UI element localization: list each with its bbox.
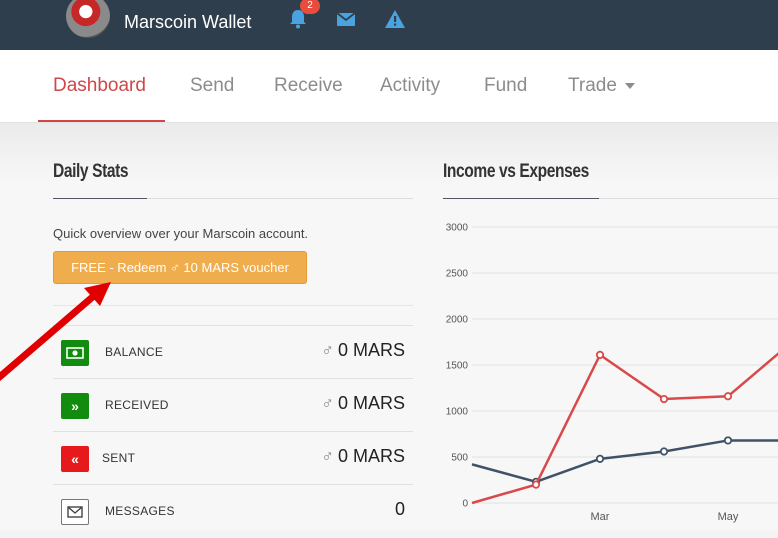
daily-stats-description: Quick overview over your Marscoin accoun…: [53, 226, 309, 241]
envelope-icon[interactable]: [335, 8, 357, 30]
mars-symbol-icon: ♂: [321, 341, 334, 360]
x-tick-label: Mar: [591, 511, 610, 523]
data-point[interactable]: [531, 480, 541, 489]
double-chevron-right-icon: »: [61, 393, 89, 419]
received-value: 0 MARS: [337, 393, 405, 413]
y-tick-label: 1500: [446, 361, 469, 372]
y-tick-label: 500: [451, 453, 468, 464]
stats-row-sent: « SENT ♂ 0 MARS: [53, 431, 413, 485]
x-tick-label: May: [718, 511, 739, 523]
sent-value-wrap: ♂ 0 MARS: [321, 446, 405, 467]
received-value-wrap: ♂ 0 MARS: [321, 393, 405, 414]
balance-value: 0 MARS: [337, 340, 405, 360]
data-point[interactable]: [595, 350, 605, 359]
balance-value-wrap: ♂ 0 MARS: [321, 340, 405, 361]
series-line-1: [471, 352, 778, 505]
y-tick-label: 1000: [446, 407, 469, 418]
tab-activity[interactable]: Activity: [380, 75, 440, 97]
y-tick-label: 3000: [446, 223, 469, 234]
daily-stats-title: Daily Stats: [53, 161, 129, 182]
tab-bar: Dashboard Send Receive Activity Fund Tra…: [0, 50, 778, 123]
daily-stats-divider: [147, 198, 413, 199]
double-chevron-left-icon: «: [61, 446, 89, 472]
income-expenses-title-underline: [443, 198, 599, 199]
daily-stats-title-underline: [53, 198, 147, 199]
y-tick-label: 2000: [446, 315, 469, 326]
sent-label: SENT: [102, 451, 136, 465]
notification-badge: 2: [300, 0, 320, 14]
data-point[interactable]: [595, 454, 605, 463]
chart-series: [471, 350, 778, 505]
y-axis-ticks: 0 500 1000 1500 2000 2500 3000: [446, 223, 469, 510]
app-title[interactable]: Marscoin Wallet: [124, 12, 251, 33]
tab-fund[interactable]: Fund: [484, 75, 527, 97]
caret-down-icon: [624, 82, 635, 89]
data-point[interactable]: [723, 436, 733, 445]
series-line-0: [471, 439, 778, 484]
x-axis-ticks: Mar May: [591, 511, 739, 523]
data-point[interactable]: [659, 394, 669, 404]
sent-value: 0 MARS: [337, 446, 405, 466]
envelope-outline-icon: [61, 499, 89, 525]
chart-grid: [472, 226, 778, 504]
mars-symbol-icon: ♂: [321, 394, 334, 413]
mars-symbol-icon: ♂: [321, 447, 334, 466]
income-expenses-title: Income vs Expenses: [443, 161, 589, 182]
income-expenses-chart: 0 500 1000 1500 2000 2500 3000 Mar May: [446, 223, 778, 523]
y-tick-label: 0: [462, 499, 468, 510]
data-point[interactable]: [723, 392, 733, 401]
active-tab-underline: [38, 120, 165, 122]
received-label: RECEIVED: [105, 398, 169, 412]
tab-receive[interactable]: Receive: [274, 75, 343, 97]
y-tick-label: 2500: [446, 269, 469, 280]
data-point[interactable]: [659, 447, 669, 456]
warning-icon[interactable]: [384, 8, 406, 30]
tab-trade[interactable]: Trade: [568, 75, 635, 97]
messages-value: 0: [394, 499, 405, 519]
tab-trade-label: Trade: [568, 75, 617, 96]
tab-send[interactable]: Send: [190, 75, 234, 97]
red-arrow-annotation: [0, 282, 111, 382]
messages-label: MESSAGES: [105, 504, 175, 518]
income-expenses-divider: [599, 198, 778, 199]
tab-dashboard[interactable]: Dashboard: [53, 75, 146, 97]
